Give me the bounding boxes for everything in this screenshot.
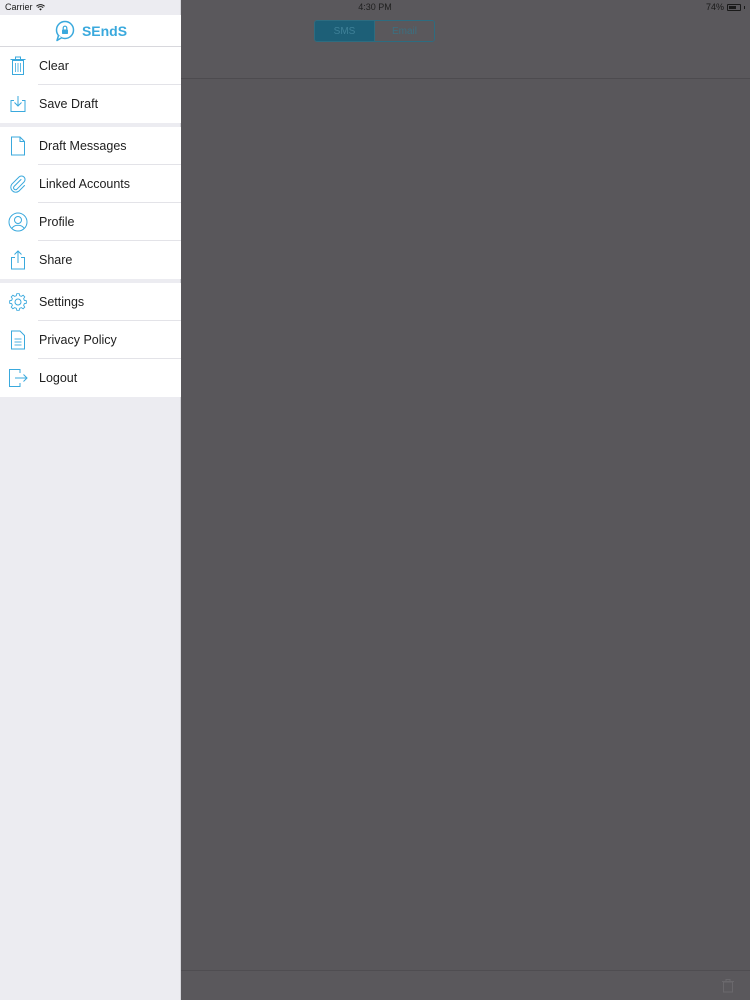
menu-item-label: Privacy Policy bbox=[39, 333, 117, 347]
menu-item-save-draft[interactable]: Save Draft bbox=[0, 85, 181, 123]
menu-item-label: Clear bbox=[39, 59, 69, 73]
menu-item-label: Save Draft bbox=[39, 97, 99, 111]
menu-item-logout[interactable]: Logout bbox=[0, 359, 181, 397]
profile-icon bbox=[8, 212, 28, 232]
app-title: SEndS bbox=[81, 22, 128, 39]
document-icon bbox=[8, 136, 28, 156]
menu-group-content: Draft Messages Linked Accounts Profile S… bbox=[0, 127, 181, 279]
app-logo-icon bbox=[55, 20, 75, 41]
status-time: 4:30 PM bbox=[358, 2, 392, 12]
bottom-toolbar bbox=[181, 970, 750, 1000]
message-type-segmented-control[interactable]: SMS Email bbox=[314, 20, 435, 42]
menu-group-actions: Clear Save Draft bbox=[0, 47, 181, 123]
trash-icon[interactable] bbox=[722, 979, 734, 993]
menu-item-settings[interactable]: Settings bbox=[0, 283, 181, 321]
battery-indicator: 74% bbox=[706, 2, 745, 12]
menu-item-clear[interactable]: Clear bbox=[0, 47, 181, 85]
segment-email[interactable]: Email bbox=[374, 21, 434, 41]
trash-icon bbox=[8, 56, 28, 76]
menu-item-label: Share bbox=[39, 253, 73, 267]
menu-item-label: Linked Accounts bbox=[39, 177, 131, 191]
gear-icon bbox=[8, 292, 28, 312]
menu-item-profile[interactable]: Profile bbox=[0, 203, 181, 241]
battery-icon bbox=[727, 3, 741, 11]
main-content-overlay[interactable]: SMS Email bbox=[181, 0, 750, 1000]
share-icon bbox=[8, 250, 28, 270]
menu-item-share[interactable]: Share bbox=[0, 241, 181, 279]
drawer-header: SEndS bbox=[0, 15, 181, 47]
menu-item-privacy-policy[interactable]: Privacy Policy bbox=[0, 321, 181, 359]
menu-item-label: Draft Messages bbox=[39, 139, 127, 153]
side-menu-drawer: SEndS Clear Save Draft Draft Messages Li… bbox=[0, 0, 181, 1000]
segment-sms[interactable]: SMS bbox=[315, 21, 374, 41]
status-bar: Carrier 4:30 PM 74% bbox=[0, 0, 750, 15]
battery-percent: 74% bbox=[705, 2, 724, 12]
menu-item-label: Logout bbox=[39, 371, 78, 385]
menu-item-draft-messages[interactable]: Draft Messages bbox=[0, 127, 181, 165]
paperclip-icon bbox=[8, 174, 28, 194]
policy-document-icon bbox=[8, 330, 28, 350]
menu-item-linked-accounts[interactable]: Linked Accounts bbox=[0, 165, 181, 203]
menu-item-label: Profile bbox=[39, 215, 75, 229]
menu-group-account: Settings Privacy Policy Logout bbox=[0, 283, 181, 397]
save-draft-icon bbox=[8, 94, 28, 114]
menu-item-label: Settings bbox=[39, 295, 85, 309]
logout-icon bbox=[8, 368, 28, 388]
